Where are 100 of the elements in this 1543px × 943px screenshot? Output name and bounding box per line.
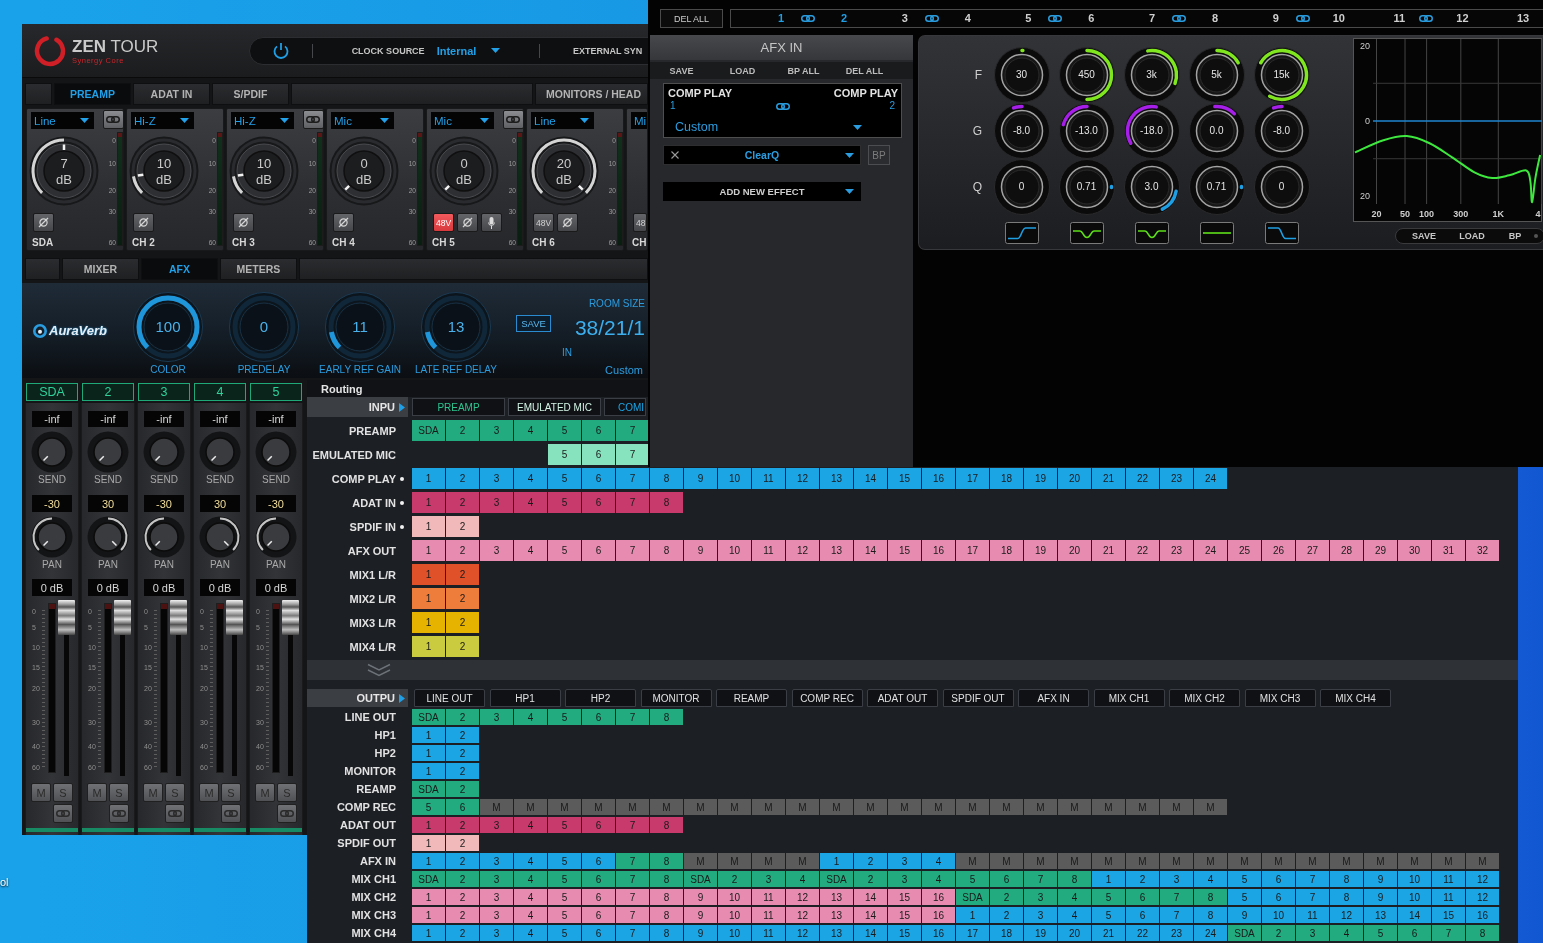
channel-cell[interactable]: 12 <box>786 468 819 489</box>
channel-cell[interactable]: 2 <box>990 889 1023 905</box>
channel-cell[interactable]: 3 <box>480 420 513 441</box>
reverb-knob[interactable] <box>421 292 491 362</box>
link-button[interactable] <box>502 110 523 129</box>
channel-cell[interactable]: 1 <box>412 835 445 851</box>
channel-cell[interactable]: 7 <box>616 889 649 905</box>
channel-cell[interactable]: 21 <box>1092 468 1125 489</box>
channel-cell[interactable]: 20 <box>1058 468 1091 489</box>
channel-cell[interactable]: 16 <box>922 907 955 923</box>
channel-cell[interactable]: 6 <box>1126 889 1159 905</box>
channel-cell[interactable]: 18 <box>990 540 1023 561</box>
channel-cell[interactable]: 10 <box>1398 889 1431 905</box>
channel-cell[interactable]: 19 <box>1024 540 1057 561</box>
channel-cell[interactable]: 1 <box>412 925 445 941</box>
channel-cell[interactable]: 15 <box>888 925 921 941</box>
channel-cell[interactable]: 8 <box>650 907 683 923</box>
channel-cell[interactable]: 2 <box>446 727 479 743</box>
channel-cell[interactable]: 10 <box>718 889 751 905</box>
input-dropdown[interactable]: Mi <box>631 112 647 129</box>
channel-cell[interactable]: 4 <box>514 907 547 923</box>
routing-tab[interactable]: REAMP <box>716 689 787 707</box>
routing-tab[interactable]: MIX CH4 <box>1320 689 1391 707</box>
channel-cell[interactable]: 9 <box>1228 907 1261 923</box>
channel-cell[interactable]: 26 <box>1262 540 1295 561</box>
channel-cell[interactable]: 13 <box>820 540 853 561</box>
channel-cell[interactable]: 1 <box>412 763 445 779</box>
channel-cell[interactable]: 4 <box>922 871 955 887</box>
channel-cell[interactable]: SDA <box>820 871 853 887</box>
channel-cell[interactable]: 10 <box>718 540 751 561</box>
channel-cell[interactable]: 4 <box>1194 871 1227 887</box>
channel-cell[interactable]: 5 <box>1364 925 1397 941</box>
fader-thumb[interactable] <box>282 600 299 635</box>
channel-cell[interactable]: 16 <box>922 468 955 489</box>
channel-cell[interactable]: 20 <box>1058 925 1091 941</box>
action-button[interactable]: DEL ALL <box>834 62 895 79</box>
channel-cell[interactable]: 22 <box>1126 540 1159 561</box>
channel-cell[interactable]: 7 <box>616 907 649 923</box>
routing-tab[interactable]: LINE OUT <box>414 689 485 707</box>
input-dropdown[interactable]: Hi-Z <box>131 112 194 129</box>
channel-cell[interactable]: 17 <box>956 925 989 941</box>
fader-track[interactable] <box>58 600 75 776</box>
add-effect-dropdown[interactable]: ADD NEW EFFECT <box>663 182 861 201</box>
channel-cell[interactable]: SDA <box>412 420 445 441</box>
flat-filter-icon[interactable] <box>1199 222 1234 244</box>
channel-cell[interactable]: 3 <box>480 817 513 833</box>
channel-cell[interactable]: SDA <box>956 889 989 905</box>
channel-cell[interactable]: 14 <box>854 468 887 489</box>
channel-cell[interactable]: 1 <box>412 588 445 609</box>
channel-cell[interactable]: 21 <box>1092 540 1125 561</box>
channel-cell[interactable]: 14 <box>1398 907 1431 923</box>
channel-cell[interactable]: 1 <box>412 540 445 561</box>
fader-track[interactable] <box>226 600 243 776</box>
channel-cell[interactable]: 15 <box>888 889 921 905</box>
channel-cell[interactable]: 8 <box>650 492 683 513</box>
routing-tab[interactable]: MIX CH1 <box>1093 689 1165 707</box>
channel-cell[interactable]: 10 <box>1398 871 1431 887</box>
channel-cell[interactable]: 6 <box>1262 871 1295 887</box>
channel-cell[interactable]: 24 <box>1194 468 1227 489</box>
channel-number[interactable]: 5 <box>1018 12 1039 25</box>
eq-knob[interactable] <box>1123 103 1180 159</box>
eq-knob[interactable] <box>993 47 1050 103</box>
channel-cell[interactable]: SDA <box>412 781 445 797</box>
channel-cell[interactable]: 2 <box>446 925 479 941</box>
save-button[interactable]: SAVE <box>516 315 551 332</box>
channel-cell[interactable]: 6 <box>1262 889 1295 905</box>
action-button[interactable]: LOAD <box>712 62 773 79</box>
channel-cell[interactable]: 31 <box>1432 540 1465 561</box>
phase-invert-button[interactable] <box>557 213 578 232</box>
channel-cell[interactable]: 6 <box>582 925 615 941</box>
channel-cell[interactable]: 9 <box>684 540 717 561</box>
input-dropdown[interactable]: Mic <box>431 112 494 129</box>
tab[interactable]: METERS <box>220 258 297 280</box>
eq-knob[interactable] <box>1188 47 1245 103</box>
eq-knob[interactable] <box>1058 159 1115 215</box>
channel-cell[interactable]: 8 <box>650 925 683 941</box>
link-button[interactable] <box>165 804 185 823</box>
phase-invert-button[interactable] <box>333 213 354 232</box>
channel-cell[interactable]: 11 <box>752 907 785 923</box>
channel-cell[interactable]: 2 <box>718 871 751 887</box>
eq-knob[interactable] <box>1253 47 1310 103</box>
channel-number[interactable]: 2 <box>834 12 854 25</box>
channel-cell[interactable]: SDA <box>684 871 717 887</box>
eq-knob[interactable] <box>1058 47 1115 103</box>
channel-cell[interactable]: 9 <box>684 907 717 923</box>
tab[interactable]: AFX <box>141 258 218 280</box>
mic-button[interactable] <box>481 213 502 232</box>
channel-cell[interactable]: 18 <box>990 468 1023 489</box>
gain-knob[interactable] <box>29 136 99 206</box>
channel-cell[interactable]: 4 <box>1058 907 1091 923</box>
channel-cell[interactable]: 8 <box>650 871 683 887</box>
channel-cell[interactable]: 6 <box>582 420 615 441</box>
tab[interactable]: MIXER <box>62 258 139 280</box>
channel-cell[interactable]: 19 <box>1024 468 1057 489</box>
channel-cell[interactable]: 8 <box>1194 889 1227 905</box>
channel-number[interactable]: 7 <box>1142 12 1163 25</box>
channel-cell[interactable]: 6 <box>582 817 615 833</box>
channel-cell[interactable]: 22 <box>1126 925 1159 941</box>
channel-cell[interactable]: 1 <box>412 853 445 869</box>
channel-cell[interactable]: 2 <box>446 853 479 869</box>
